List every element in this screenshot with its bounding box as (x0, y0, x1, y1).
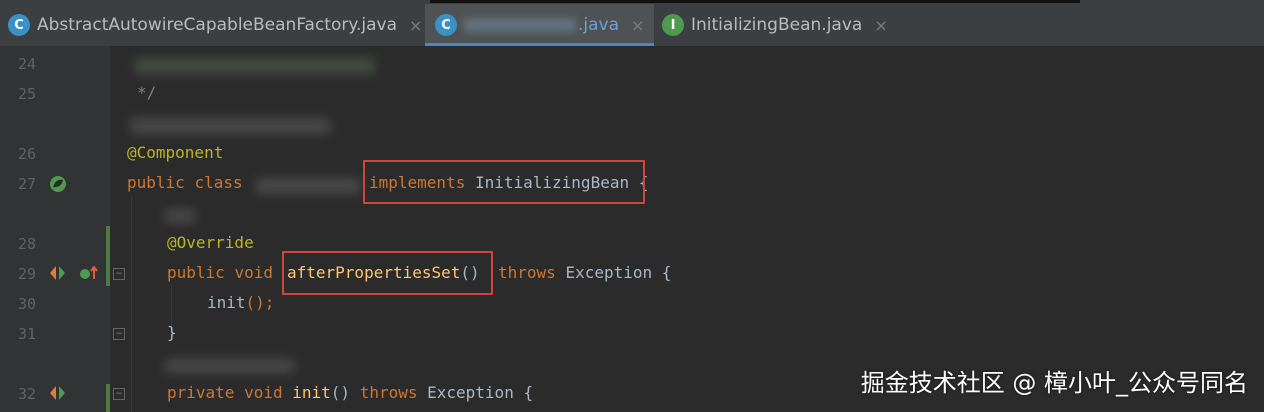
tab-label: AbstractAutowireCapableBeanFactory.java (37, 15, 398, 35)
indent-guide (131, 196, 132, 412)
call-suffix: (); (245, 293, 275, 312)
tab-label: InitializingBean.java (691, 15, 863, 35)
exception-type: Exception (565, 263, 653, 282)
keyword: void (244, 383, 283, 402)
redacted-comment (130, 118, 330, 134)
tab-current-file[interactable]: C .java × (425, 4, 655, 46)
method-declaration-line: public void (167, 263, 273, 282)
fold-marker[interactable]: − (113, 268, 125, 280)
tab-bar-top-edge (430, 0, 1080, 3)
class-declaration-line: public class (127, 173, 243, 192)
keyword: throws (359, 383, 418, 402)
tab-abstract-autowire-capable-bean-factory[interactable]: C AbstractAutowireCapableBeanFactory.jav… (8, 4, 422, 46)
highlight-method-box (282, 251, 493, 295)
gutter-border (110, 46, 118, 412)
line-number: 31 (18, 325, 37, 343)
keyword: public (167, 263, 225, 282)
keyword: throws (498, 263, 556, 282)
brace: { (523, 383, 534, 402)
line-number: 24 (18, 55, 37, 73)
interface-icon: I (662, 14, 684, 36)
close-icon[interactable]: × (409, 16, 422, 35)
line-number: 32 (18, 385, 37, 403)
close-icon[interactable]: × (874, 16, 887, 35)
line-number: 30 (18, 295, 37, 313)
redacted-class-name (256, 178, 360, 194)
keyword: class (194, 173, 243, 192)
override-annotation: @Override (167, 233, 254, 252)
private-method-line: private void init() throws Exception { (167, 383, 533, 402)
redacted-text (165, 209, 195, 223)
implements-method-icon[interactable] (48, 384, 68, 402)
line-number: 27 (18, 175, 37, 193)
editor-tab-bar: C AbstractAutowireCapableBeanFactory.jav… (0, 0, 1264, 46)
redacted-filename (464, 18, 576, 32)
vcs-change-marker[interactable] (106, 384, 110, 412)
class-icon: C (435, 14, 457, 36)
close-icon[interactable]: × (631, 16, 644, 35)
vcs-change-marker[interactable] (106, 226, 110, 286)
exception-type: Exception (427, 383, 514, 402)
redacted-comment (135, 58, 375, 74)
spring-bean-icon[interactable] (48, 174, 68, 194)
keyword: public (127, 173, 185, 192)
brace: { (661, 263, 672, 282)
line-number: 29 (18, 265, 37, 283)
component-annotation: @Component (127, 143, 224, 162)
method-name: init (292, 383, 331, 402)
line-number: 28 (18, 235, 37, 253)
comment-end: */ (137, 83, 157, 102)
fold-marker[interactable]: − (113, 388, 125, 400)
redacted-text (165, 359, 295, 373)
keyword: void (234, 263, 273, 282)
parentheses: () (330, 383, 351, 402)
throws-clause: throws Exception { (498, 263, 671, 282)
code-editor[interactable]: 24 25 26 27 28 29 30 31 32 − − − */ @Com… (0, 46, 1264, 412)
init-call: init(); (207, 293, 274, 312)
tab-label: .java (578, 15, 620, 35)
override-icon[interactable] (78, 264, 100, 282)
highlight-implements-box (363, 160, 645, 204)
implements-method-icon[interactable] (48, 264, 68, 282)
tab-initializing-bean[interactable]: I InitializingBean.java × (662, 4, 888, 46)
watermark: 掘金技术社区 @ 樟小叶_公众号同名 (860, 369, 1248, 397)
closing-brace: } (167, 323, 177, 342)
line-number: 26 (18, 145, 37, 163)
line-number: 25 (18, 85, 37, 103)
class-icon: C (8, 14, 30, 36)
method-call: init (207, 293, 246, 312)
fold-marker[interactable]: − (113, 328, 125, 340)
line-number-gutter (0, 46, 110, 412)
keyword: private (167, 383, 235, 402)
